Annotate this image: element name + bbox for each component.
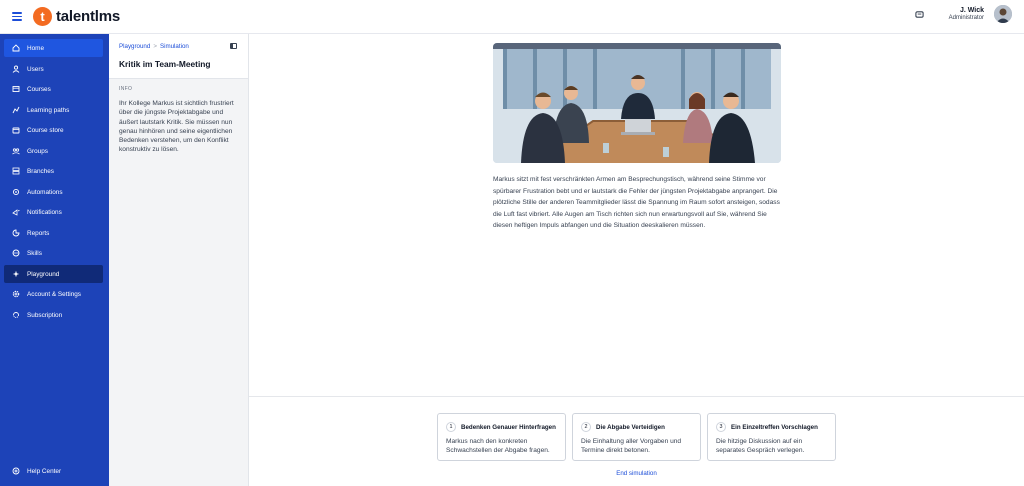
sidebar-item-label: Playground xyxy=(27,270,60,278)
sidebar-item-courses[interactable]: Courses xyxy=(4,80,103,98)
logo[interactable]: t talentlms xyxy=(33,7,120,26)
user-role: Administrator xyxy=(948,14,984,21)
sidebar-item-notifications[interactable]: Notifications xyxy=(4,203,103,221)
sidebar-item-users[interactable]: Users xyxy=(4,60,103,78)
user-icon xyxy=(12,65,20,73)
user-info[interactable]: J. Wick Administrator xyxy=(949,7,984,22)
option-card-3[interactable]: 3 Ein Einzeltreffen Vorschlagen Die hitz… xyxy=(707,413,836,461)
sidebar-item-label: Learning paths xyxy=(27,106,70,114)
sidebar-item-label: Account & Settings xyxy=(27,290,81,298)
store-icon xyxy=(12,126,20,134)
breadcrumb-separator: > xyxy=(153,43,157,50)
sidebar-item-help-center[interactable]: Help Center xyxy=(4,462,103,480)
top-right: J. Wick Administrator xyxy=(913,5,1012,23)
reports-icon xyxy=(12,229,20,237)
playground-icon xyxy=(12,270,20,278)
scene-illustration xyxy=(493,43,781,163)
sidebar-item-label: Skills xyxy=(27,249,42,257)
option-header: 3 Ein Einzeltreffen Vorschlagen xyxy=(716,422,818,432)
end-simulation-link[interactable]: End simulation xyxy=(249,470,1024,477)
sidebar-item-label: Automations xyxy=(27,188,63,196)
menu-icon[interactable] xyxy=(12,12,22,21)
courses-icon xyxy=(12,85,20,93)
logo-text: talentlms xyxy=(56,8,121,25)
main-content: Markus sitzt mit fest verschränkten Arme… xyxy=(249,34,1024,486)
option-text: Markus nach den konkreten Schwachstellen… xyxy=(446,438,550,454)
sidebar-item-skills[interactable]: Skills xyxy=(4,244,103,262)
info-label: INFO xyxy=(119,86,133,92)
sidebar-item-label: Course store xyxy=(27,126,64,134)
info-text: Ihr Kollege Markus ist sichtlich frustri… xyxy=(119,100,234,154)
avatar[interactable] xyxy=(994,5,1012,23)
sidebar-item-label: Courses xyxy=(27,85,51,93)
breadcrumb-playground-link[interactable]: Playground xyxy=(119,43,150,50)
sidebar-item-label: Groups xyxy=(27,147,48,155)
sidebar: Home Users Courses Learning paths Course… xyxy=(0,34,109,486)
option-text: Die Einhaltung aller Vorgaben und Termin… xyxy=(581,438,682,454)
subscription-icon xyxy=(12,311,20,319)
notifications-icon xyxy=(12,208,20,216)
response-options-area: 1 Bedenken Genauer Hinterfragen Markus n… xyxy=(249,396,1024,486)
option-card-2[interactable]: 2 Die Abgabe Verteidigen Die Einhaltung … xyxy=(572,413,701,461)
option-title: Bedenken Genauer Hinterfragen xyxy=(461,423,556,431)
option-number: 1 xyxy=(446,422,456,432)
sidebar-item-learning-paths[interactable]: Learning paths xyxy=(4,101,103,119)
sidebar-item-label: Subscription xyxy=(27,311,63,319)
page-title: Kritik im Team-Meeting xyxy=(119,59,211,69)
settings-icon xyxy=(12,290,20,298)
option-header: 2 Die Abgabe Verteidigen xyxy=(581,422,665,432)
sidebar-item-automations[interactable]: Automations xyxy=(4,183,103,201)
groups-icon xyxy=(12,147,20,155)
option-text: Die hitzige Diskussion auf ein separates… xyxy=(716,438,805,454)
sidebar-item-branches[interactable]: Branches xyxy=(4,162,103,180)
help-center-label: Help Center xyxy=(27,467,62,475)
option-title: Ein Einzeltreffen Vorschlagen xyxy=(731,423,818,431)
chat-bell-icon[interactable] xyxy=(913,7,927,21)
sidebar-item-account-settings[interactable]: Account & Settings xyxy=(4,285,103,303)
sidebar-item-label: Users xyxy=(27,65,44,73)
option-title: Die Abgabe Verteidigen xyxy=(596,423,665,431)
collapse-panel-icon[interactable] xyxy=(230,43,237,49)
skills-icon xyxy=(12,249,20,257)
sidebar-item-playground[interactable]: Playground xyxy=(4,265,103,283)
logo-mark: t xyxy=(33,7,52,26)
sidebar-item-home[interactable]: Home xyxy=(4,39,103,57)
sidebar-item-reports[interactable]: Reports xyxy=(4,224,103,242)
branches-icon xyxy=(12,167,20,175)
simulation-info-panel: Playground > Simulation Kritik im Team-M… xyxy=(109,34,249,486)
panel-header: Playground > Simulation Kritik im Team-M… xyxy=(109,34,248,79)
option-number: 2 xyxy=(581,422,591,432)
sidebar-item-label: Reports xyxy=(27,229,50,237)
top-bar: t talentlms J. Wick Administrator xyxy=(0,0,1024,34)
sidebar-item-label: Branches xyxy=(27,167,54,175)
sidebar-item-groups[interactable]: Groups xyxy=(4,142,103,160)
breadcrumb-current: Simulation xyxy=(159,43,189,50)
learning-paths-icon xyxy=(12,106,20,114)
sidebar-item-subscription[interactable]: Subscription xyxy=(4,306,103,324)
option-header: 1 Bedenken Genauer Hinterfragen xyxy=(446,422,556,432)
home-icon xyxy=(12,44,20,52)
user-name: J. Wick xyxy=(959,6,984,14)
sidebar-item-course-store[interactable]: Course store xyxy=(4,121,103,139)
automations-icon xyxy=(12,188,20,196)
scenario-narrative: Markus sitzt mit fest verschränkten Arme… xyxy=(493,176,780,229)
option-number: 3 xyxy=(716,422,726,432)
option-card-1[interactable]: 1 Bedenken Genauer Hinterfragen Markus n… xyxy=(437,413,566,461)
breadcrumb: Playground > Simulation xyxy=(119,43,189,50)
help-icon xyxy=(12,467,20,475)
sidebar-item-label: Notifications xyxy=(27,208,62,216)
sidebar-item-label: Home xyxy=(27,44,45,52)
